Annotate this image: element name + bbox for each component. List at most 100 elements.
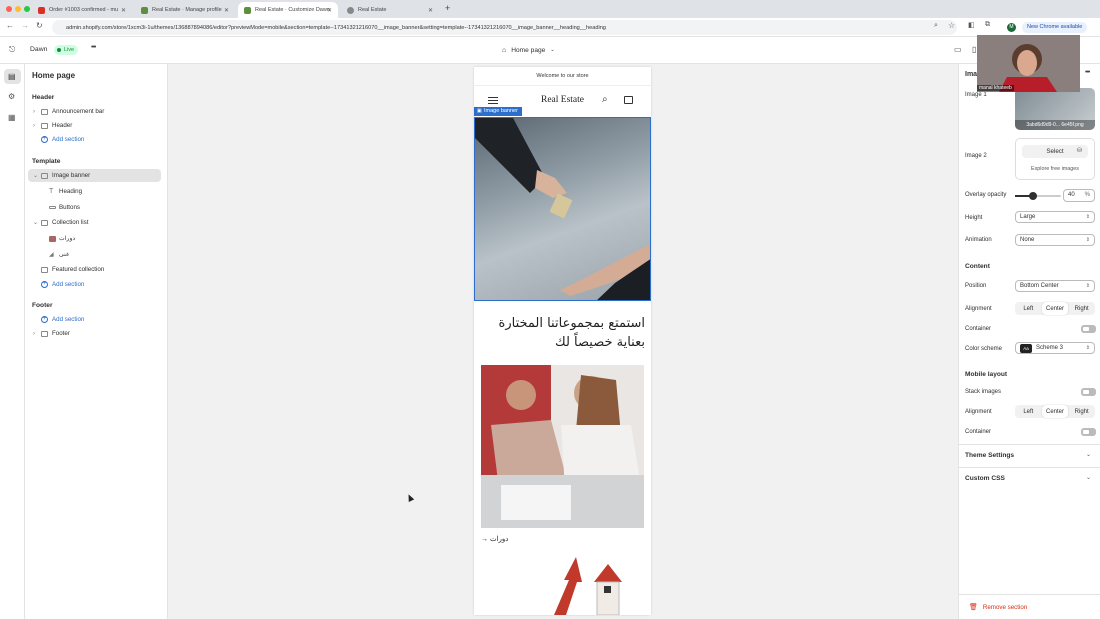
sidebar-item-buttons[interactable]: Buttons [25,201,168,214]
live-badge: Live [54,45,79,55]
browser-tab[interactable]: Order #1003 confirmed - mu ✕ [32,2,132,18]
sidebar-item-footer[interactable]: › Footer [25,327,168,340]
close-tab-icon[interactable]: ✕ [121,7,126,14]
sidebar-item-label: Buttons [59,204,80,211]
browser-tab[interactable]: Real Estate ✕ [341,2,439,18]
overlay-opacity-slider[interactable] [1015,192,1061,200]
sidebar-item-featured-collection[interactable]: Featured collection [25,263,168,276]
close-tab-icon[interactable]: ✕ [327,7,332,14]
alignment-right-option[interactable]: Right [1068,302,1095,315]
sidebar-item-image-banner[interactable]: ⌄ Image banner [28,169,161,182]
image-1-thumbnail[interactable]: 3abd6d9d9-0... 6e45f.png [1015,88,1095,130]
mouse-cursor [405,493,415,502]
browser-tab-active[interactable]: Real Estate · Customize Dawn ✕ [238,2,338,18]
sidebar-item-collection-list[interactable]: ⌄ Collection list [25,216,168,229]
section-icon [41,122,48,129]
close-tab-icon[interactable]: ✕ [428,7,433,14]
alignment-center-option[interactable]: Center [1041,302,1069,315]
exit-icon[interactable]: ⎋ [9,45,15,55]
chevron-down-icon[interactable]: ⌄ [1086,474,1091,481]
back-arrow-icon[interactable]: ← [6,21,14,30]
color-scheme-swatch: Aa [1020,343,1032,353]
banner-heading[interactable]: استمتع بمجموعاتنا المختارة بعناية خصيصاً… [480,314,645,352]
theme-settings-row[interactable]: Theme Settings [965,452,1014,459]
sidebar-item-heading[interactable]: T Heading [25,185,168,198]
animation-select[interactable]: None ⇕ [1015,234,1095,246]
bookmark-star-icon[interactable]: ☆ [948,21,955,30]
extension-icon[interactable]: ◧ [968,21,975,29]
live-dot-icon [57,48,61,52]
mobile-layout-heading: Mobile layout [965,371,1008,378]
app-embeds-icon[interactable]: ▦ [8,113,16,122]
new-chrome-badge[interactable]: New Chrome available [1022,22,1088,33]
remove-section-button[interactable]: 🗑 Remove section [969,603,1027,612]
height-value: Large [1020,214,1036,220]
mobile-alignment-center-option[interactable]: Center [1041,405,1069,418]
height-select[interactable]: Large ⇕ [1015,211,1095,223]
mobile-alignment-left-option[interactable]: Left [1015,405,1042,418]
close-tab-icon[interactable]: ✕ [224,7,229,14]
custom-css-row[interactable]: Custom CSS [965,475,1005,482]
sidebar-title: Home page [32,71,76,80]
sidebar-item-collection-2[interactable]: ◢ غنى [25,248,168,261]
mobile-preview-icon[interactable]: ▯ [972,45,976,54]
banner-photo-handshake-keys [475,118,650,300]
position-select[interactable]: Bottom Center ⇕ [1015,280,1095,292]
sidebar-item-collection-1[interactable]: دورات [25,232,168,245]
extensions-puzzle-icon[interactable]: ⧉ [985,21,990,29]
sidebar-item-header[interactable]: › Header [25,119,168,132]
theme-settings-gear-icon[interactable]: ⚙ [8,92,15,101]
chevron-right-icon: › [33,330,35,337]
add-section-footer-button[interactable]: + Add section [25,313,168,326]
database-icon[interactable]: ⛁ [1077,147,1082,154]
maximize-window-dot[interactable] [24,6,30,12]
stack-images-label: Stack images [965,389,1002,395]
profile-avatar[interactable]: M [1007,23,1016,32]
sections-nav-button[interactable]: ▤ [4,69,21,84]
mobile-preview-frame[interactable]: Welcome to our store Real Estate ⌕ ▣ Ima… [474,67,651,615]
image-banner[interactable] [474,117,651,301]
collection-image-1[interactable] [481,365,644,528]
more-options-button[interactable]: ••• [91,44,96,51]
mobile-alignment-right-option[interactable]: Right [1068,405,1095,418]
sidebar-item-label: Header [52,122,73,129]
sidebar-item-announcement-bar[interactable]: › Announcement bar [25,105,168,118]
reload-icon[interactable]: ↻ [36,21,43,30]
divider [474,85,651,86]
section-badge-label: Image banner [484,108,518,114]
color-scheme-select[interactable]: Aa Scheme 3 ⇕ [1015,342,1095,354]
stack-images-toggle[interactable] [1081,388,1096,396]
alignment-left-option[interactable]: Left [1015,302,1042,315]
alignment-segmented: Left Center Right [1015,302,1095,315]
panel-more-button[interactable]: ••• [1085,69,1090,76]
chevron-down-icon: ⌄ [33,220,39,226]
mobile-container-toggle[interactable] [1081,428,1096,436]
image-1-filename: 3abd6d9d9-0... 6e45f.png [1015,120,1095,130]
zoom-icon[interactable]: ⌕ [934,22,938,30]
desktop-preview-icon[interactable]: ▭ [954,45,962,54]
new-tab-button[interactable]: + [445,3,450,13]
slider-thumb[interactable] [1029,192,1038,200]
minimize-window-dot[interactable] [15,6,21,12]
add-section-header-button[interactable]: + Add section [25,133,168,146]
container-toggle[interactable] [1081,325,1096,333]
browser-tab[interactable]: Real Estate · Manage profile ✕ [135,2,235,18]
forward-arrow-icon[interactable]: → [21,21,29,30]
add-section-template-button[interactable]: + Add section [25,278,168,291]
address-bar[interactable]: admin.shopify.com/store/1xcm3i-1u/themes… [52,20,957,35]
cart-icon[interactable] [624,96,633,104]
collection-link[interactable]: دورات → [481,535,508,543]
gmail-icon [38,6,45,14]
explore-free-images-link[interactable]: Explore free images [1016,166,1094,172]
image-section-icon [41,172,48,179]
content-heading: Content [965,263,990,270]
chevron-down-icon[interactable]: ⌄ [1086,451,1091,458]
select-arrows-icon: ⇕ [1085,237,1090,243]
overlay-opacity-input[interactable]: 40 % [1063,189,1095,202]
search-icon[interactable]: ⌕ [602,94,608,105]
collection-thumbnail-icon [49,235,56,242]
page-selector[interactable]: ⌂ Home page ⌄ [496,43,561,57]
close-window-dot[interactable] [6,6,12,12]
section-icon [41,330,48,337]
add-section-label: Add section [52,281,85,288]
